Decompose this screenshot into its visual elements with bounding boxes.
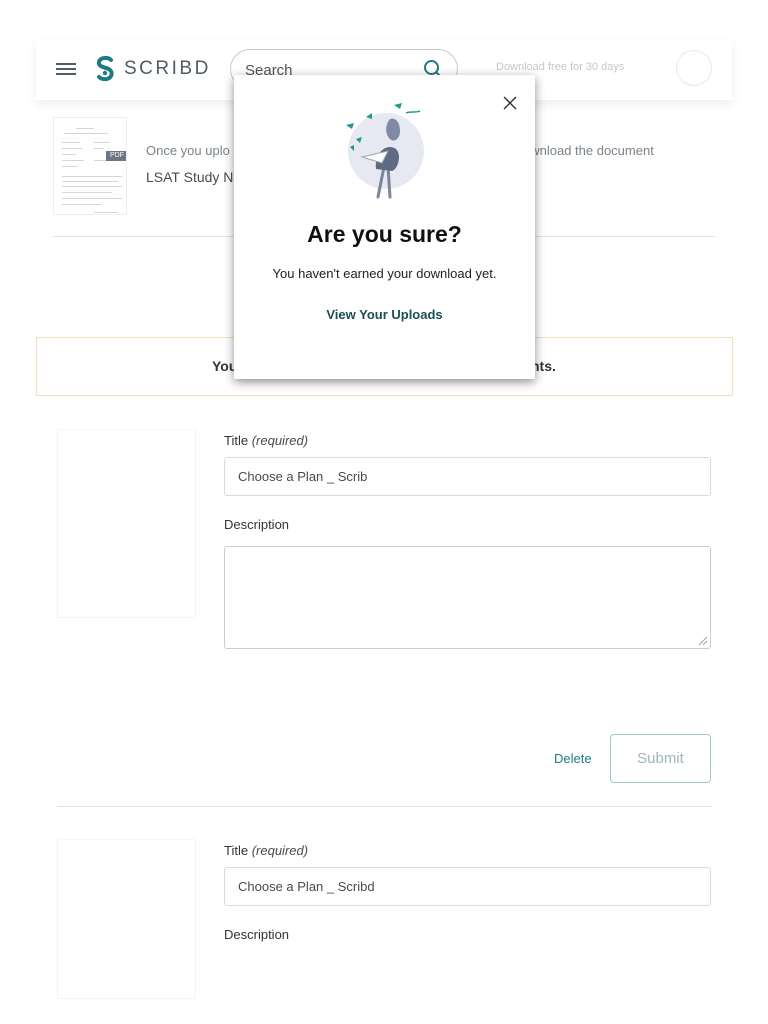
document-name[interactable]: LSAT Study N xyxy=(146,169,233,185)
title-input[interactable] xyxy=(224,457,711,496)
logo-text: SCRIBD xyxy=(124,58,211,79)
user-avatar[interactable] xyxy=(676,50,712,86)
modal-title: Are you sure? xyxy=(307,221,462,247)
close-icon[interactable] xyxy=(502,95,518,111)
upload-item: Title (required) Description xyxy=(57,839,712,999)
submit-button[interactable]: Submit xyxy=(610,734,711,783)
document-thumbnail: PDF xyxy=(53,117,127,215)
description-label: Description xyxy=(224,927,290,942)
description-textarea[interactable] xyxy=(224,546,711,649)
upload-instructions: Once you uplo xyxy=(146,143,230,158)
title-label: Title (required) xyxy=(224,843,309,858)
scribd-logo-icon xyxy=(96,55,114,82)
title-label: Title (required) xyxy=(224,433,309,448)
resize-grip-icon[interactable] xyxy=(699,637,707,645)
modal-message: You haven't earned your download yet. xyxy=(272,266,497,281)
upload-instructions-tail: ownload the document xyxy=(523,143,654,158)
scribd-logo[interactable]: SCRIBD xyxy=(94,54,211,84)
upload-thumbnail-placeholder xyxy=(57,429,196,618)
reading-person-illustration xyxy=(346,103,424,199)
upload-thumbnail-placeholder xyxy=(57,839,196,999)
delete-button[interactable]: Delete xyxy=(554,751,592,766)
view-uploads-link[interactable]: View Your Uploads xyxy=(234,307,535,322)
title-input[interactable] xyxy=(224,867,711,906)
pdf-badge: PDF xyxy=(106,151,126,161)
free-trial-link[interactable]: Download free for 30 days xyxy=(496,61,624,73)
upload-item: Title (required) Description Delete Subm… xyxy=(57,429,712,807)
menu-icon[interactable] xyxy=(56,61,76,77)
description-label: Description xyxy=(224,517,290,532)
confirm-download-modal: Are you sure? You haven't earned your do… xyxy=(234,75,535,379)
